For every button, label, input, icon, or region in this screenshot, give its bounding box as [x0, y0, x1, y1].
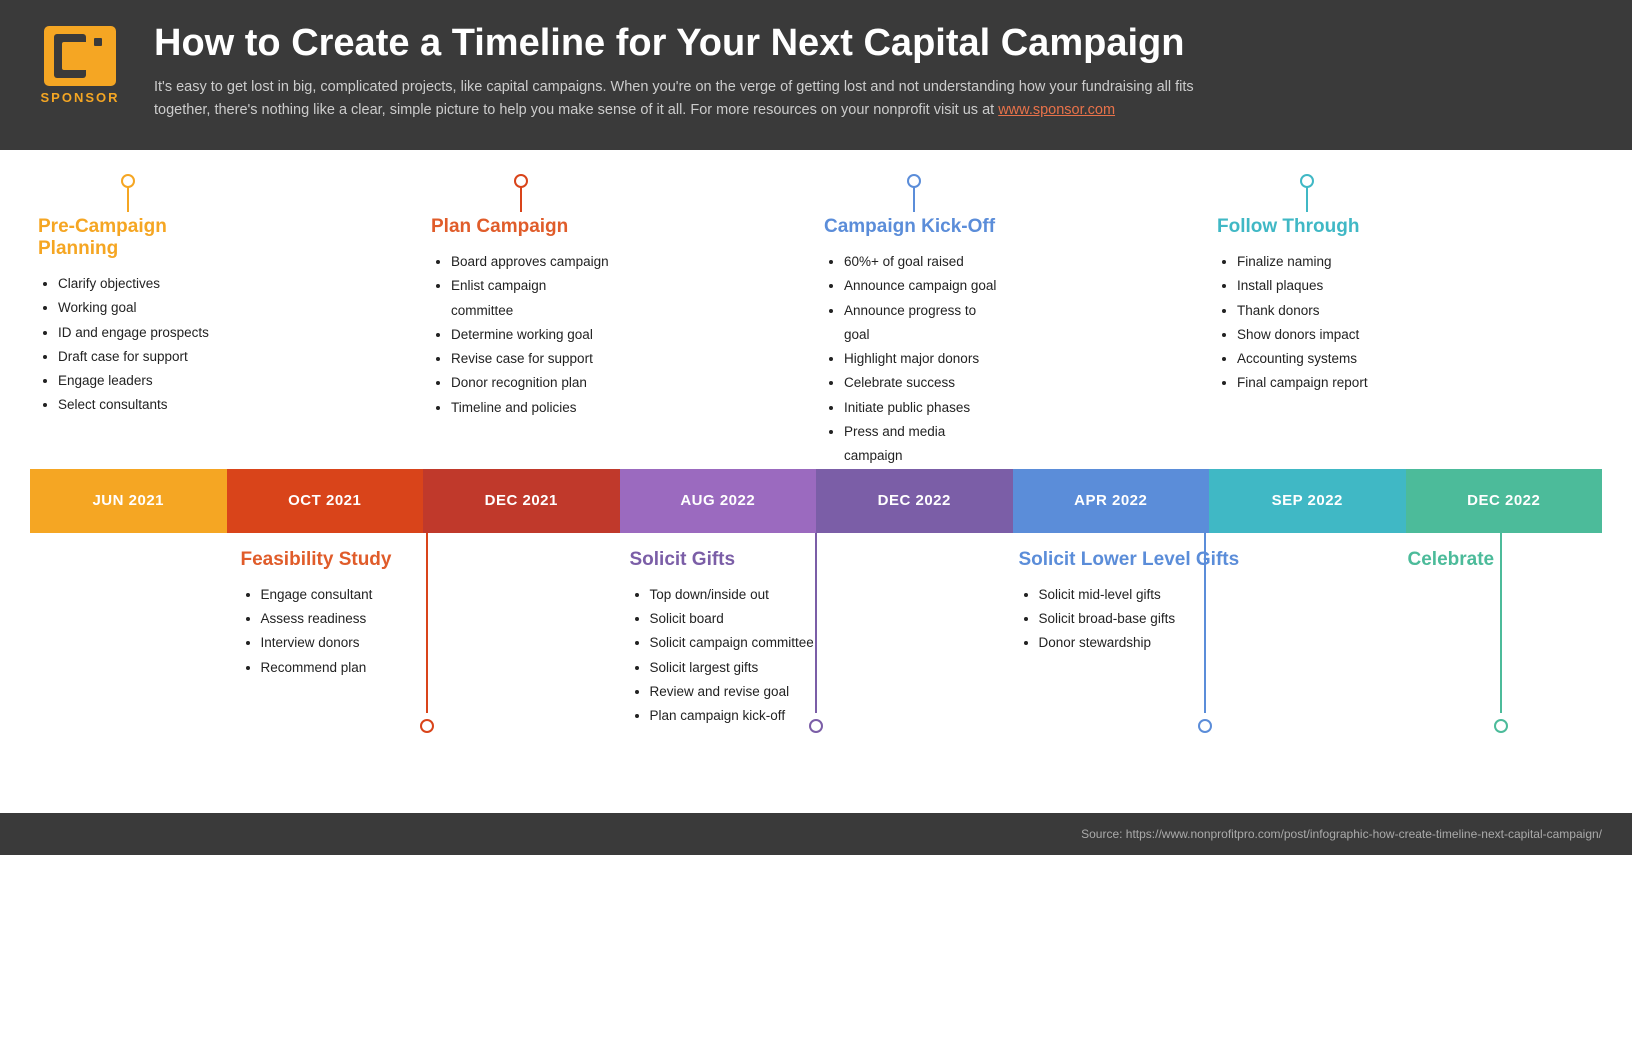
time-block-sep2022: SEP 2022: [1209, 469, 1406, 533]
time-block-jun2021: JUN 2021: [30, 469, 227, 533]
phase-items-pre-campaign: Clarify objectives Working goal ID and e…: [38, 272, 219, 418]
phase-title-follow-through: Follow Through: [1217, 216, 1398, 238]
phase-title-pre-campaign: Pre-Campaign Planning: [38, 216, 219, 260]
phase-celebrate: Celebrate: [1400, 533, 1603, 793]
time-block-dec2022a: DEC 2022: [816, 469, 1013, 533]
phase-follow-through: Follow Through Finalize naming Install p…: [1209, 180, 1406, 469]
phase-title-plan-campaign: Plan Campaign: [431, 216, 612, 238]
phase-plan-campaign: Plan Campaign Board approves campaign En…: [423, 180, 620, 469]
logo-icon: [44, 26, 116, 86]
phase-empty-oct: [227, 180, 424, 469]
top-section: Pre-Campaign Planning Clarify objectives…: [30, 180, 1602, 469]
header-link[interactable]: www.sponsor.com: [998, 102, 1115, 118]
phase-items-follow-through: Finalize naming Install plaques Thank do…: [1217, 250, 1398, 396]
time-block-oct2021: OCT 2021: [227, 469, 424, 533]
header-title: How to Create a Timeline for Your Next C…: [154, 22, 1602, 66]
phase-items-plan-campaign: Board approves campaign Enlist campaign …: [431, 250, 612, 420]
time-block-apr2022: APR 2022: [1013, 469, 1210, 533]
phase-solicit-gifts: Solicit Gifts Top down/inside out Solici…: [622, 533, 1011, 793]
phase-title-kickoff: Campaign Kick-Off: [824, 216, 1005, 238]
bottom-empty-jun: [30, 533, 233, 793]
header-content: How to Create a Timeline for Your Next C…: [154, 22, 1602, 122]
header-description: It's easy to get lost in big, complicate…: [154, 76, 1254, 122]
main-content: Pre-Campaign Planning Clarify objectives…: [0, 150, 1632, 793]
phase-feasibility: Feasibility Study Engage consultant Asse…: [233, 533, 622, 793]
time-block-dec2022b: DEC 2022: [1406, 469, 1603, 533]
phase-empty-apr: [1013, 180, 1210, 469]
phase-empty-aug: [620, 180, 817, 469]
phase-items-kickoff: 60%+ of goal raised Announce campaign go…: [824, 250, 1005, 469]
time-block-dec2021: DEC 2021: [423, 469, 620, 533]
time-block-aug2022: AUG 2022: [620, 469, 817, 533]
phase-solicit-lower: Solicit Lower Level Gifts Solicit mid-le…: [1011, 533, 1400, 793]
phase-empty-dec-last: [1406, 180, 1603, 469]
timeline-bar: JUN 2021 OCT 2021 DEC 2021 AUG 2022 DEC …: [30, 469, 1602, 533]
header: SPONSOR How to Create a Timeline for You…: [0, 0, 1632, 150]
footer: Source: https://www.nonprofitpro.com/pos…: [0, 813, 1632, 855]
timeline-container: Pre-Campaign Planning Clarify objectives…: [30, 180, 1602, 793]
phase-campaign-kickoff: Campaign Kick-Off 60%+ of goal raised An…: [816, 180, 1013, 469]
logo-area: SPONSOR: [30, 26, 130, 105]
bottom-section: Feasibility Study Engage consultant Asse…: [30, 533, 1602, 793]
footer-source: Source: https://www.nonprofitpro.com/pos…: [1081, 827, 1602, 841]
logo-text: SPONSOR: [40, 90, 119, 105]
phase-pre-campaign: Pre-Campaign Planning Clarify objectives…: [30, 180, 227, 469]
